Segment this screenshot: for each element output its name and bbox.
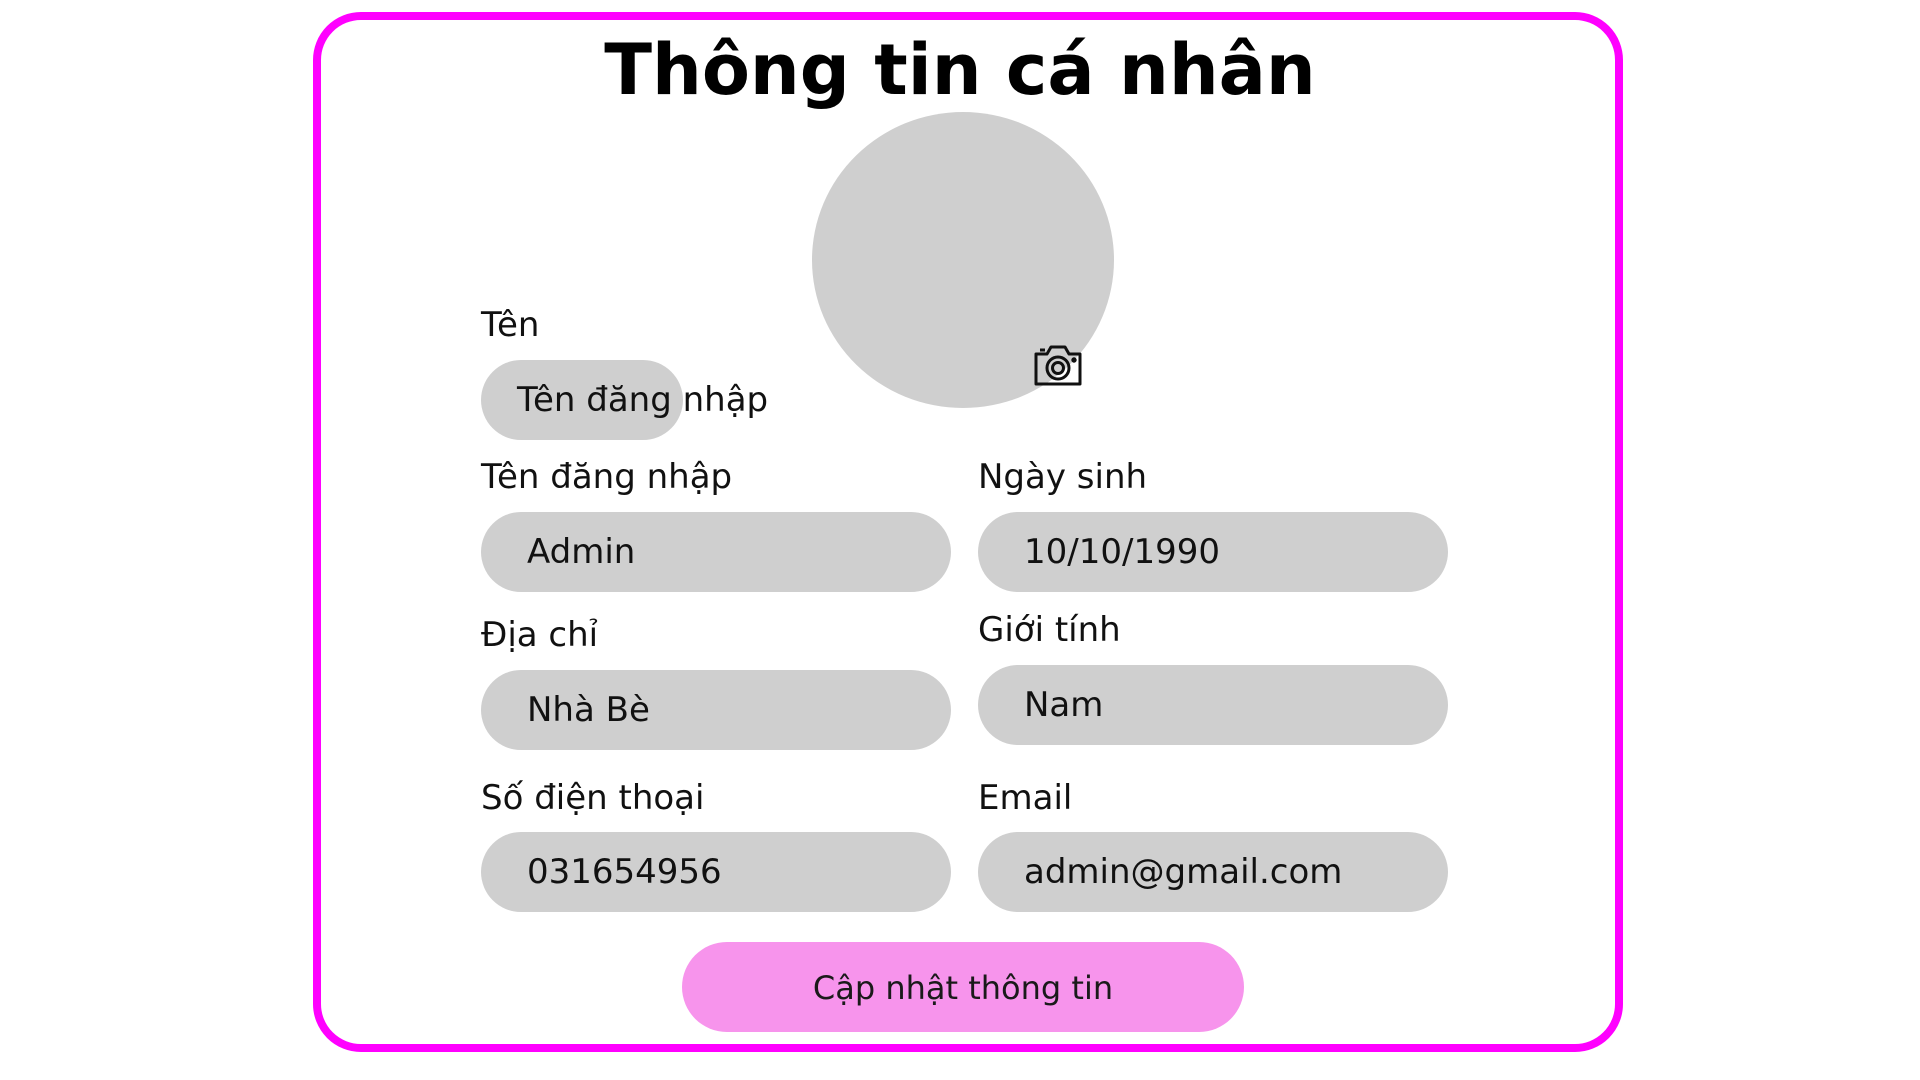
- address-label: Địa chỉ: [481, 615, 599, 655]
- gender-field[interactable]: Nam: [978, 665, 1448, 745]
- birthday-field[interactable]: 10/10/1990: [978, 512, 1448, 592]
- update-info-button[interactable]: Cập nhật thông tin: [682, 942, 1244, 1032]
- phone-label: Số điện thoại: [481, 778, 705, 818]
- email-label: Email: [978, 778, 1073, 818]
- gender-label: Giới tính: [978, 610, 1121, 650]
- name-label: Tên: [481, 305, 540, 345]
- username-field[interactable]: Admin: [481, 512, 951, 592]
- name-field[interactable]: Tên đăng nhập: [481, 360, 768, 440]
- address-field[interactable]: Nhà Bè: [481, 670, 951, 750]
- page-title: Thông tin cá nhân: [604, 29, 1316, 111]
- email-field[interactable]: admin@gmail.com: [978, 832, 1448, 912]
- phone-field[interactable]: 031654956: [481, 832, 951, 912]
- birthday-label: Ngày sinh: [978, 457, 1148, 497]
- camera-icon[interactable]: [1032, 342, 1084, 388]
- username-label: Tên đăng nhập: [481, 457, 733, 497]
